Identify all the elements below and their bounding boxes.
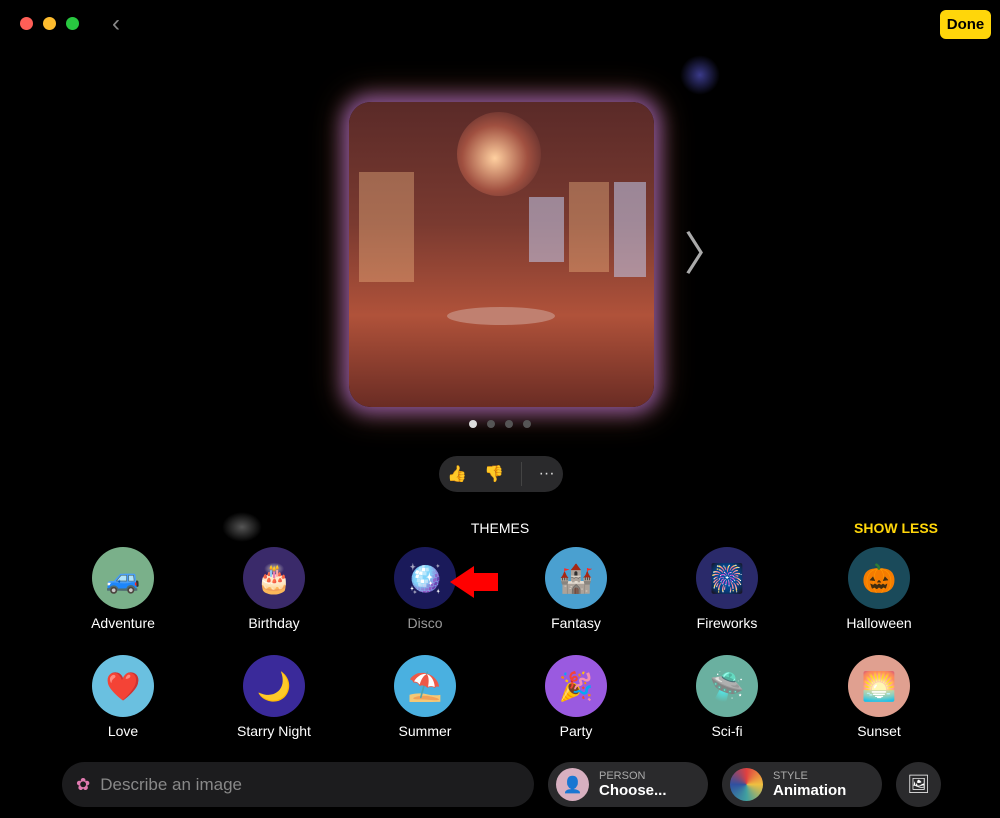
close-button[interactable] <box>20 17 33 30</box>
decorative-glow <box>680 55 720 95</box>
theme-label: Summer <box>398 723 452 739</box>
theme-label: Birthday <box>248 615 300 631</box>
theme-fantasy[interactable]: 🏰 Fantasy <box>511 547 641 631</box>
red-arrow-annotation <box>472 573 498 591</box>
page-dot[interactable] <box>487 420 495 428</box>
theme-birthday[interactable]: 🎂 Birthday <box>209 547 339 631</box>
style-value: Animation <box>773 781 847 799</box>
theme-icon: 🌅 <box>848 655 910 717</box>
zoom-button[interactable] <box>66 17 79 30</box>
page-dot[interactable] <box>523 420 531 428</box>
theme-icon: 🎉 <box>545 655 607 717</box>
theme-summer[interactable]: ⛱️ Summer <box>360 655 490 739</box>
person-icon: 👤 <box>556 768 589 801</box>
thumbs-down-icon[interactable]: 👎 <box>484 464 504 484</box>
theme-icon: 🏰 <box>545 547 607 609</box>
search-placeholder: Describe an image <box>100 774 242 794</box>
person-value: Choose... <box>599 781 667 799</box>
thumbs-up-icon[interactable]: 👍 <box>447 464 467 484</box>
describe-image-input[interactable]: ✿ Describe an image <box>62 762 534 807</box>
theme-icon: 🎆 <box>696 547 758 609</box>
theme-fireworks[interactable]: 🎆 Fireworks <box>662 547 792 631</box>
themes-heading: THEMES <box>470 520 530 536</box>
theme-sunset[interactable]: 🌅 Sunset <box>814 655 944 739</box>
theme-label: Fantasy <box>551 615 601 631</box>
theme-label: Adventure <box>91 615 155 631</box>
person-button[interactable]: 👤 PERSON Choose... <box>548 762 708 807</box>
theme-icon: 🎂 <box>243 547 305 609</box>
style-button[interactable]: STYLE Animation <box>722 762 882 807</box>
more-icon[interactable]: ··· <box>539 465 555 483</box>
feedback-bar: 👍 👎 ··· <box>439 456 563 492</box>
theme-label: Party <box>559 723 593 739</box>
theme-icon: 🚙 <box>92 547 154 609</box>
theme-starry-night[interactable]: 🌙 Starry Night <box>209 655 339 739</box>
theme-adventure[interactable]: 🚙 Adventure <box>58 547 188 631</box>
chevron-right-icon[interactable]: 〉 <box>684 218 730 284</box>
style-label: STYLE <box>773 769 808 782</box>
done-button[interactable]: Done <box>940 10 991 39</box>
divider <box>520 462 522 486</box>
theme-icon: 🛸 <box>696 655 758 717</box>
person-label: PERSON <box>599 769 646 782</box>
theme-party[interactable]: 🎉 Party <box>511 655 641 739</box>
theme-halloween[interactable]: 🎃 Halloween <box>814 547 944 631</box>
page-indicator[interactable] <box>469 420 531 428</box>
theme-label: Disco <box>407 615 443 631</box>
theme-label: Love <box>107 723 139 739</box>
theme-love[interactable]: ❤️ Love <box>58 655 188 739</box>
sparkle-icon: ✿ <box>76 774 91 794</box>
theme-sci-fi[interactable]: 🛸 Sci-fi <box>662 655 792 739</box>
theme-icon: 🪩 <box>394 547 456 609</box>
red-arrow-annotation <box>450 566 474 598</box>
show-less-button[interactable]: SHOW LESS <box>854 520 938 536</box>
animation-style-icon <box>730 768 763 801</box>
theme-icon: 🎃 <box>848 547 910 609</box>
page-dot[interactable] <box>505 420 513 428</box>
minimize-button[interactable] <box>43 17 56 30</box>
theme-label: Sunset <box>857 723 901 739</box>
theme-label: Sci-fi <box>711 723 743 739</box>
theme-label: Fireworks <box>696 615 758 631</box>
generated-image-preview <box>349 102 654 407</box>
photo-library-icon[interactable]: 🖼 <box>896 762 941 807</box>
theme-label: Halloween <box>846 615 912 631</box>
theme-label: Starry Night <box>237 723 311 739</box>
theme-icon: ❤️ <box>92 655 154 717</box>
page-dot[interactable] <box>469 420 477 428</box>
chevron-left-icon[interactable]: ‹ <box>112 10 120 38</box>
theme-icon: ⛱️ <box>394 655 456 717</box>
theme-icon: 🌙 <box>243 655 305 717</box>
